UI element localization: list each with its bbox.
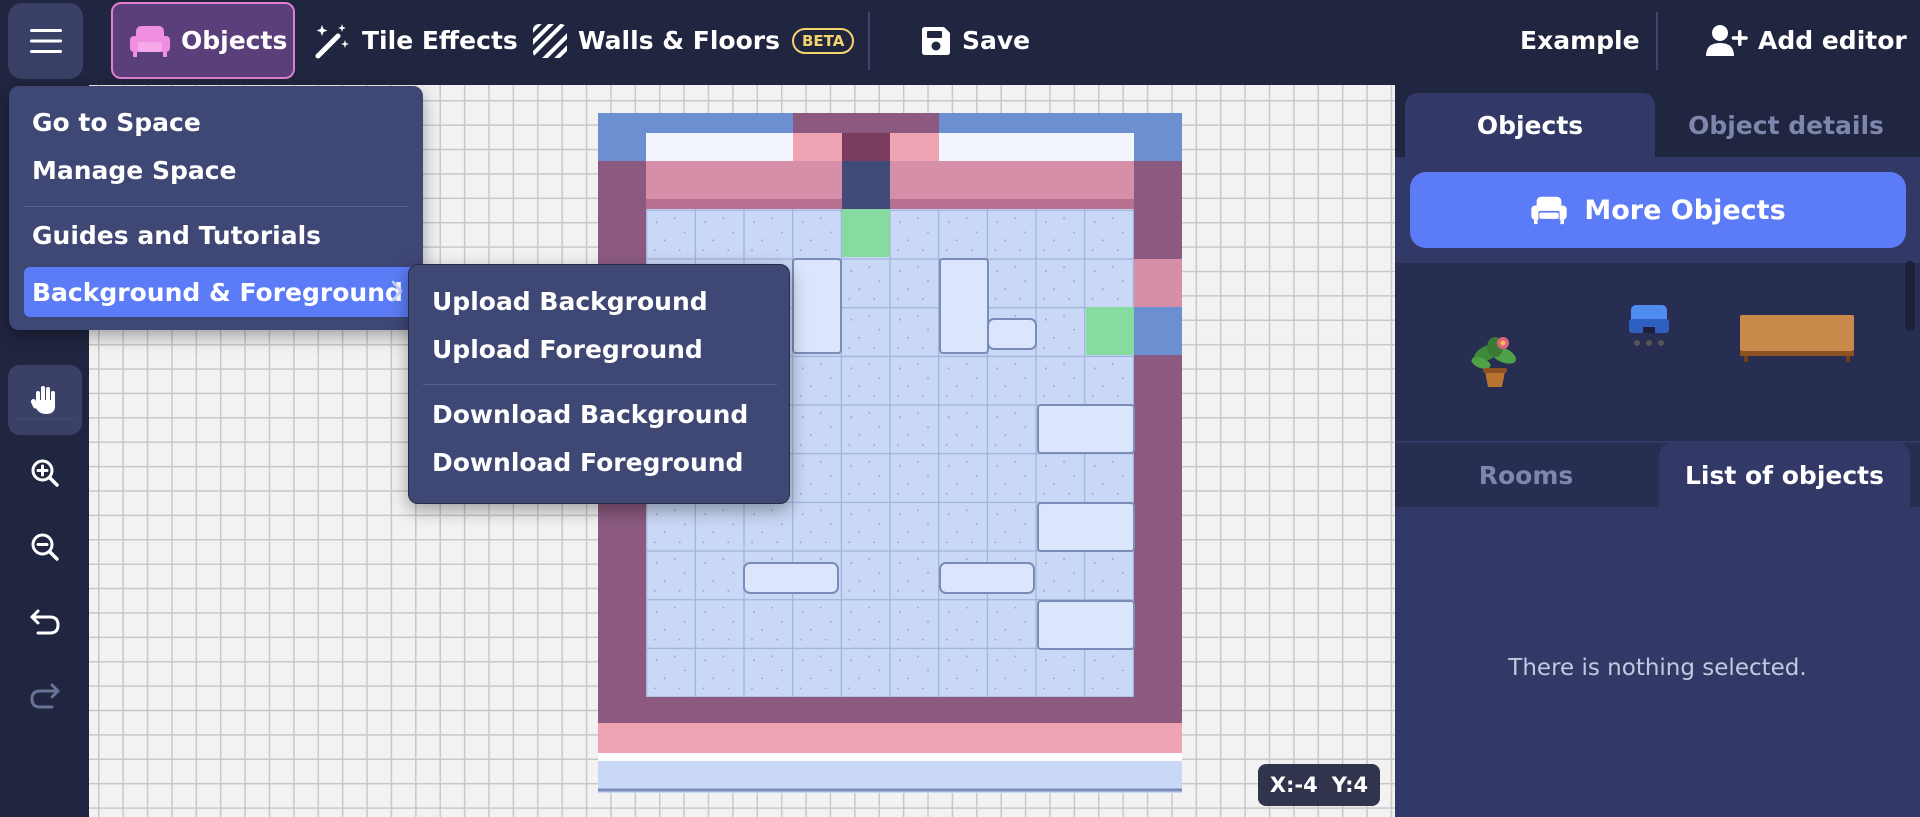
zoom-out-button[interactable]: [8, 512, 82, 582]
objects-tab-button[interactable]: Objects: [111, 2, 295, 79]
save-label: Save: [962, 26, 1031, 55]
hamburger-menu-button[interactable]: [8, 3, 83, 79]
zoom-in-icon: [31, 459, 59, 487]
submenu-download-foreground[interactable]: Download Foreground: [432, 448, 743, 477]
add-editor-label: Add editor: [1758, 26, 1907, 55]
background-foreground-submenu: Upload Background Upload Foreground Down…: [408, 264, 790, 504]
top-toolbar: Objects Tile Effects Walls & Floors BETA: [0, 0, 1920, 85]
toolbar-divider: [1656, 12, 1658, 70]
main-dropdown-menu: Go to Space Manage Space Guides and Tuto…: [9, 86, 423, 330]
space-name-link[interactable]: Example: [1520, 2, 1640, 79]
tab-object-details[interactable]: Object details: [1657, 93, 1915, 157]
toolbar-divider: [868, 12, 870, 70]
redo-icon: [30, 683, 60, 709]
submenu-separator: [423, 384, 777, 385]
submenu-download-background[interactable]: Download Background: [432, 400, 748, 429]
couch-icon: [130, 25, 170, 57]
save-button[interactable]: Save: [920, 2, 1030, 79]
palette-scrollbar[interactable]: [1905, 261, 1915, 331]
more-objects-label: More Objects: [1584, 194, 1786, 226]
chevron-right-icon: [391, 280, 403, 302]
coord-x: X:-4: [1269, 773, 1318, 797]
zoom-out-icon: [31, 533, 59, 561]
pan-tool-button[interactable]: [8, 365, 82, 435]
coordinate-readout: X:-4 Y:4: [1258, 764, 1380, 806]
tile-effects-button[interactable]: Tile Effects: [310, 2, 518, 79]
submenu-upload-background[interactable]: Upload Background: [432, 287, 708, 316]
wooden-table-object[interactable]: [1738, 313, 1856, 363]
menu-item-background-foreground[interactable]: Background & Foreground: [24, 267, 416, 317]
walls-floors-label: Walls & Floors: [578, 26, 780, 55]
objects-palette: [1395, 263, 1920, 441]
couch-icon: [1531, 196, 1568, 225]
walls-floors-button[interactable]: Walls & Floors BETA: [532, 2, 855, 79]
walls-floors-icon: [533, 23, 567, 58]
menu-item-manage-space[interactable]: Manage Space: [32, 156, 237, 185]
objects-label: Objects: [181, 26, 288, 55]
tab-rooms[interactable]: Rooms: [1395, 443, 1657, 507]
menu-item-go-to-space[interactable]: Go to Space: [32, 108, 201, 137]
tab-list-of-objects[interactable]: List of objects: [1659, 443, 1910, 507]
coord-y: Y:4: [1331, 773, 1369, 797]
submenu-upload-foreground[interactable]: Upload Foreground: [432, 335, 703, 364]
beta-badge: BETA: [792, 27, 855, 54]
redo-button[interactable]: [8, 661, 82, 731]
undo-icon: [30, 609, 60, 635]
potted-plant-object[interactable]: [1467, 333, 1523, 391]
add-user-icon: [1706, 24, 1748, 56]
right-panel: Objects Object details More Objects Room…: [1395, 85, 1920, 817]
empty-selection-text: There is nothing selected.: [1508, 655, 1807, 681]
more-objects-button[interactable]: More Objects: [1410, 172, 1906, 248]
menu-separator: [23, 206, 409, 207]
hamburger-icon: [29, 29, 62, 53]
tab-objects[interactable]: Objects: [1405, 93, 1655, 157]
hand-icon: [31, 386, 55, 414]
panel-tabs-mid: Rooms List of objects: [1395, 443, 1920, 507]
blue-chair-object[interactable]: [1627, 303, 1671, 351]
panel-tabs-top: Objects Object details: [1395, 85, 1920, 157]
menu-item-guides-tutorials[interactable]: Guides and Tutorials: [32, 221, 321, 250]
toolbar-separator: [14, 417, 74, 420]
magic-wand-icon: [315, 23, 349, 58]
floppy-disk-icon: [922, 26, 950, 55]
add-editor-button[interactable]: Add editor: [1706, 2, 1907, 79]
tile-effects-label: Tile Effects: [362, 26, 518, 55]
zoom-in-button[interactable]: [8, 438, 82, 508]
undo-button[interactable]: [8, 587, 82, 657]
background-foreground-label: Background & Foreground: [32, 277, 403, 307]
